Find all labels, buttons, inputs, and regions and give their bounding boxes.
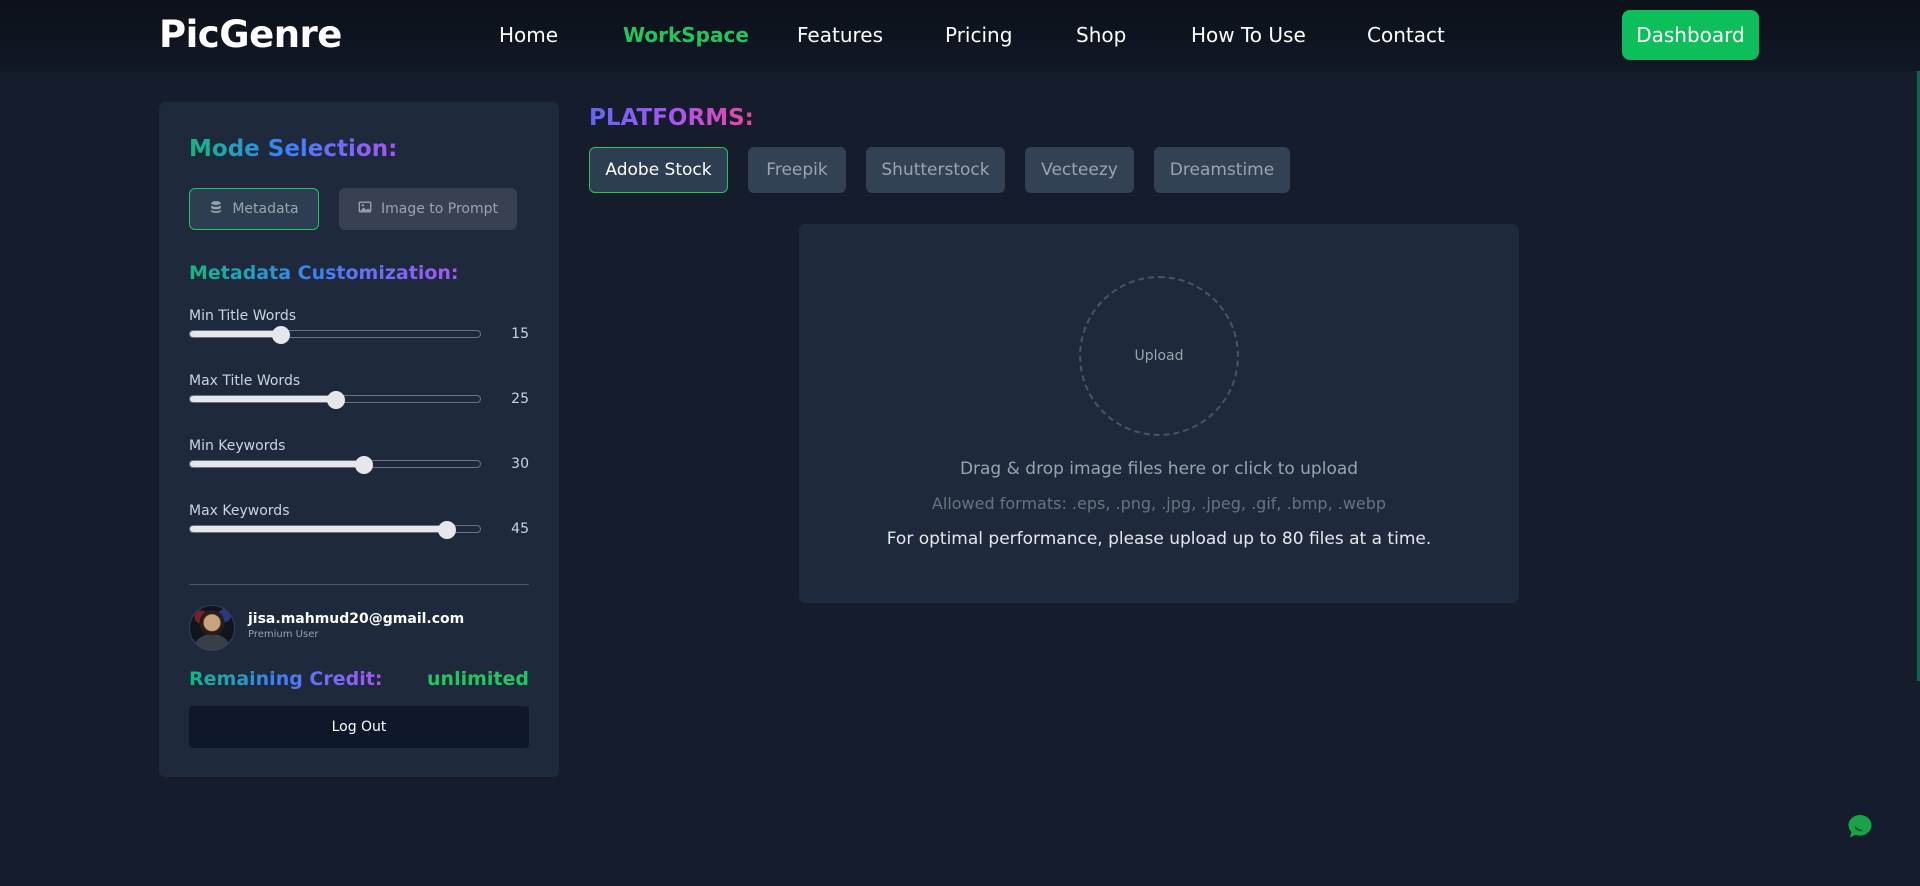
navbar: PicGenre Home WorkSpace Features Pricing… xyxy=(0,0,1920,71)
slider-value: 15 xyxy=(511,326,529,342)
slider-thumb[interactable] xyxy=(327,391,346,409)
platform-freepik[interactable]: Freepik xyxy=(748,147,846,193)
nav-features[interactable]: Features xyxy=(797,23,883,47)
slider-label: Max Keywords xyxy=(189,503,290,519)
slider-thumb[interactable] xyxy=(272,326,291,344)
slider-track[interactable] xyxy=(189,456,481,474)
min-title-words-slider: Min Title Words 15 xyxy=(189,308,529,344)
slider-value: 45 xyxy=(511,521,529,537)
upload-allowed-formats: Allowed formats: .eps, .png, .jpg, .jpeg… xyxy=(931,494,1387,513)
nav-pricing[interactable]: Pricing xyxy=(945,23,1012,47)
remaining-credit-value: unlimited xyxy=(427,668,529,690)
upload-circle-label: Upload xyxy=(1134,348,1184,364)
sidebar-panel: Mode Selection: Metadata Image to Prompt… xyxy=(159,102,559,777)
slider-track[interactable] xyxy=(189,521,481,539)
avatar xyxy=(189,605,235,651)
image-icon xyxy=(358,200,372,218)
user-email: jisa.mahmud20@gmail.com xyxy=(248,611,465,627)
platform-adobe-stock[interactable]: Adobe Stock xyxy=(589,147,728,193)
slider-fill xyxy=(190,461,364,467)
platforms-title: PLATFORMS: xyxy=(589,105,754,131)
slider-fill xyxy=(190,331,282,337)
min-keywords-slider: Min Keywords 30 xyxy=(189,438,529,474)
brand-logo[interactable]: PicGenre xyxy=(159,13,342,56)
upload-circle[interactable]: Upload xyxy=(1079,276,1239,436)
metadata-mode-label: Metadata xyxy=(232,201,299,217)
platform-dreamstime[interactable]: Dreamstime xyxy=(1154,147,1290,193)
nav-shop[interactable]: Shop xyxy=(1076,23,1126,47)
remaining-credit-label: Remaining Credit: xyxy=(189,668,383,690)
slider-thumb[interactable] xyxy=(355,456,373,474)
slider-value: 30 xyxy=(511,456,529,472)
max-title-words-slider: Max Title Words 25 xyxy=(189,373,529,409)
upload-instruction: Drag & drop image files here or click to… xyxy=(959,459,1359,479)
metadata-mode-button[interactable]: Metadata xyxy=(189,188,319,230)
database-icon xyxy=(209,200,223,218)
dashboard-button[interactable]: Dashboard xyxy=(1622,10,1759,60)
nav-home[interactable]: Home xyxy=(499,23,558,47)
slider-track[interactable] xyxy=(189,391,481,409)
nav-workspace[interactable]: WorkSpace xyxy=(623,23,749,47)
platform-vecteezy[interactable]: Vecteezy xyxy=(1025,147,1134,193)
slider-fill xyxy=(190,396,337,402)
slider-label: Min Title Words xyxy=(189,308,297,324)
image-to-prompt-mode-label: Image to Prompt xyxy=(380,201,499,217)
mode-selection-title: Mode Selection: xyxy=(189,136,398,162)
slider-thumb[interactable] xyxy=(437,521,456,539)
image-to-prompt-mode-button[interactable]: Image to Prompt xyxy=(339,188,517,230)
upload-file-limit-note: For optimal performance, please upload u… xyxy=(886,529,1432,549)
platform-shutterstock[interactable]: Shutterstock xyxy=(866,147,1005,193)
metadata-customization-title: Metadata Customization: xyxy=(189,262,459,284)
nav-contact[interactable]: Contact xyxy=(1367,23,1445,47)
logout-button[interactable]: Log Out xyxy=(189,706,529,748)
divider xyxy=(189,584,529,585)
max-keywords-slider: Max Keywords 45 xyxy=(189,503,529,539)
user-role: Premium User xyxy=(248,629,319,640)
slider-label: Max Title Words xyxy=(189,373,301,389)
upload-dropzone[interactable]: Upload Drag & drop image files here or c… xyxy=(799,224,1519,603)
chat-icon[interactable] xyxy=(1844,812,1874,842)
slider-value: 25 xyxy=(511,391,529,407)
slider-label: Min Keywords xyxy=(189,438,286,454)
slider-track[interactable] xyxy=(189,326,481,344)
slider-fill xyxy=(190,526,447,532)
nav-how-to-use[interactable]: How To Use xyxy=(1191,23,1306,47)
